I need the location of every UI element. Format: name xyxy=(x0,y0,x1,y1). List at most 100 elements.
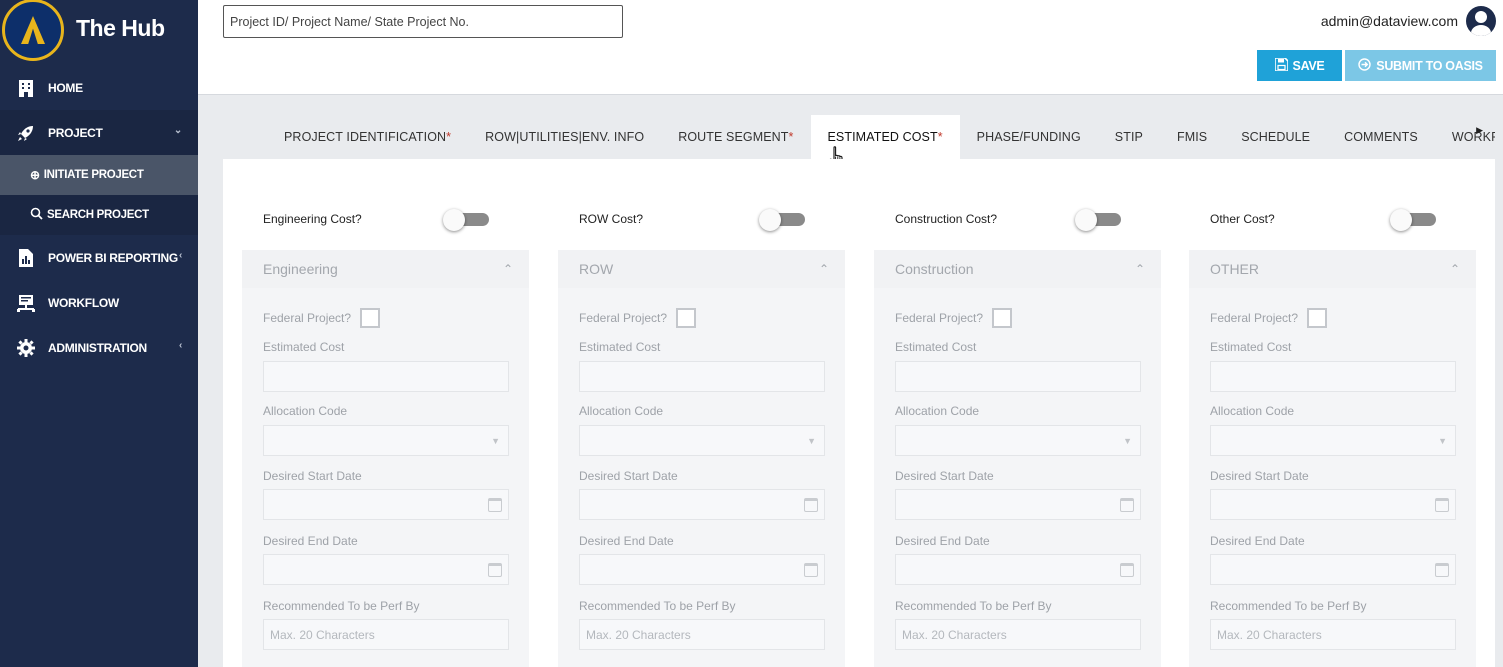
allocation-code-select[interactable]: ▼ xyxy=(895,425,1141,456)
panel-header[interactable]: Engineering ⌃ xyxy=(242,250,529,288)
allocation-code-select[interactable]: ▼ xyxy=(579,425,825,456)
construction-cost-toggle[interactable] xyxy=(1075,209,1122,231)
chevron-left-icon: ‹ xyxy=(178,250,182,261)
calendar-icon[interactable] xyxy=(488,498,502,512)
tab-label: FMIS xyxy=(1176,130,1208,144)
dropdown-arrow-icon: ▼ xyxy=(1438,436,1447,446)
tab-comments[interactable]: COMMENTS xyxy=(1327,115,1435,159)
end-date-label: Desired End Date xyxy=(263,534,358,548)
recommended-input[interactable]: Max. 20 Characters xyxy=(895,619,1141,650)
recommended-placeholder: Max. 20 Characters xyxy=(1217,627,1322,642)
allocation-code-select[interactable]: ▼ xyxy=(263,425,509,456)
sidebar-item-initiate-project[interactable]: ⊕ INITIATE PROJECT xyxy=(0,155,198,195)
submit-to-oasis-button[interactable]: SUBMIT TO OASIS xyxy=(1345,50,1496,81)
federal-project-checkbox[interactable] xyxy=(992,308,1013,328)
start-date-input[interactable] xyxy=(1210,489,1456,520)
calendar-icon[interactable] xyxy=(804,498,818,512)
federal-label: Federal Project? xyxy=(263,311,352,325)
sidebar-item-label: INITIATE PROJECT xyxy=(43,169,144,181)
chevron-up-icon[interactable]: ⌃ xyxy=(1450,262,1460,276)
tab-phase-funding[interactable]: PHASE/FUNDING xyxy=(960,115,1098,159)
sidebar-item-label: SEARCH PROJECT xyxy=(47,209,149,221)
row-cost-toggle[interactable] xyxy=(759,209,806,231)
chevron-up-icon[interactable]: ⌃ xyxy=(503,262,513,276)
project-search-input[interactable] xyxy=(223,5,623,38)
panel-header[interactable]: Construction ⌃ xyxy=(874,250,1161,288)
federal-project-checkbox[interactable] xyxy=(360,308,381,328)
tab-route-segment[interactable]: ROUTE SEGMENT * xyxy=(661,115,810,159)
calendar-icon[interactable] xyxy=(1435,563,1449,577)
sidebar-item-project[interactable]: PROJECT ⌄ xyxy=(0,110,198,155)
start-date-input[interactable] xyxy=(579,489,825,520)
toggle-label: Construction Cost? xyxy=(895,212,998,226)
tab-label: STIP xyxy=(1114,130,1143,144)
recommended-label: Recommended To be Perf By xyxy=(1210,599,1367,613)
panel-header[interactable]: ROW ⌃ xyxy=(558,250,845,288)
start-date-label: Desired Start Date xyxy=(1210,469,1309,483)
user-email: admin@dataview.com xyxy=(1320,13,1458,29)
estimated-cost-label: Estimated Cost xyxy=(1210,340,1292,354)
calendar-icon[interactable] xyxy=(1120,498,1134,512)
building-icon xyxy=(17,79,35,97)
estimated-cost-input[interactable] xyxy=(263,361,509,392)
chevron-up-icon[interactable]: ⌃ xyxy=(819,262,829,276)
dropdown-arrow-icon: ▼ xyxy=(491,436,500,446)
estimated-cost-input[interactable] xyxy=(895,361,1141,392)
other-panel: OTHER ⌃ Federal Project? Estimated Cost A… xyxy=(1189,250,1476,667)
allocation-code-select[interactable]: ▼ xyxy=(1210,425,1456,456)
tab-schedule[interactable]: SCHEDULE xyxy=(1224,115,1327,159)
app-title: The Hub xyxy=(76,14,165,41)
recommended-placeholder: Max. 20 Characters xyxy=(902,627,1007,642)
sidebar-item-label: WORKFLOW xyxy=(48,295,119,310)
sidebar-item-power-bi-reporting[interactable]: POWER BI REPORTING ‹ xyxy=(0,235,198,280)
sidebar-item-home[interactable]: HOME xyxy=(0,65,198,110)
panel-header[interactable]: OTHER ⌃ xyxy=(1189,250,1476,288)
estimated-cost-input[interactable] xyxy=(579,361,825,392)
estimated-cost-content: Engineering Cost? Engineering ⌃ Federal P… xyxy=(223,159,1495,667)
other-cost-toggle-row: Other Cost? xyxy=(1210,209,1457,231)
federal-project-row: Federal Project? xyxy=(579,308,697,328)
end-date-input[interactable] xyxy=(579,554,825,585)
floppy-disk-icon xyxy=(1273,56,1289,74)
sidebar-item-search-project[interactable]: SEARCH PROJECT xyxy=(0,195,198,235)
estimated-cost-input[interactable] xyxy=(1210,361,1456,392)
federal-label: Federal Project? xyxy=(579,311,668,325)
required-marker: * xyxy=(937,130,943,144)
panel-title: OTHER xyxy=(1210,261,1259,277)
sidebar-item-label: PROJECT xyxy=(48,125,103,140)
end-date-input[interactable] xyxy=(263,554,509,585)
sidebar-item-administration[interactable]: ADMINISTRATION ‹ xyxy=(0,325,198,370)
save-button[interactable]: SAVE xyxy=(1257,50,1342,81)
tab-workflow[interactable]: WORKF xyxy=(1435,115,1495,159)
chevron-up-icon[interactable]: ⌃ xyxy=(1135,262,1145,276)
recommended-input[interactable]: Max. 20 Characters xyxy=(263,619,509,650)
calendar-icon[interactable] xyxy=(488,563,502,577)
dropdown-arrow-icon: ▼ xyxy=(807,436,816,446)
engineering-cost-toggle[interactable] xyxy=(443,209,490,231)
sidebar-item-workflow[interactable]: WORKFLOW xyxy=(0,280,198,325)
federal-project-checkbox[interactable] xyxy=(676,308,697,328)
other-cost-toggle[interactable] xyxy=(1390,209,1437,231)
end-date-input[interactable] xyxy=(1210,554,1456,585)
start-date-input[interactable] xyxy=(895,489,1141,520)
user-menu[interactable]: admin@dataview.com xyxy=(1321,6,1496,36)
tab-stip[interactable]: STIP xyxy=(1098,115,1160,159)
calendar-icon[interactable] xyxy=(804,563,818,577)
start-date-input[interactable] xyxy=(263,489,509,520)
user-avatar-icon[interactable] xyxy=(1466,6,1496,36)
tab-project-identification[interactable]: PROJECT IDENTIFICATION * xyxy=(223,115,468,159)
calendar-icon[interactable] xyxy=(1435,498,1449,512)
end-date-label: Desired End Date xyxy=(895,534,990,548)
calendar-icon[interactable] xyxy=(1120,563,1134,577)
tab-scroll-right-icon[interactable]: ▶ xyxy=(1476,125,1483,136)
recommended-input[interactable]: Max. 20 Characters xyxy=(579,619,825,650)
federal-project-checkbox[interactable] xyxy=(1307,308,1328,328)
panel-title: ROW xyxy=(579,261,614,277)
end-date-input[interactable] xyxy=(895,554,1141,585)
search-icon xyxy=(30,207,43,223)
recommended-label: Recommended To be Perf By xyxy=(263,599,420,613)
save-label: SAVE xyxy=(1292,58,1325,73)
tab-fmis[interactable]: FMIS xyxy=(1160,115,1224,159)
recommended-input[interactable]: Max. 20 Characters xyxy=(1210,619,1456,650)
tab-row-utilities-env-info[interactable]: ROW|UTILITIES|ENV. INFO xyxy=(468,115,661,159)
